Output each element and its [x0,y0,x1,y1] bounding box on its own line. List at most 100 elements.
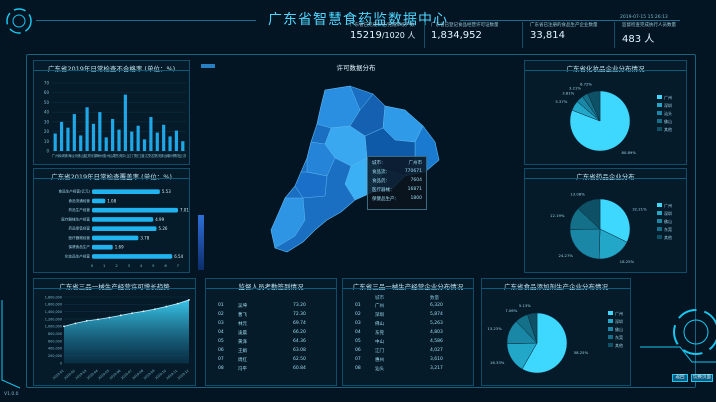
y-tick-label: 200,000 [48,354,62,358]
stat-value: 483 人 [622,34,655,45]
legend-swatch [657,119,662,123]
data-point [119,314,122,317]
data-point [131,312,134,315]
data-point [74,322,77,325]
stat-card-producers: 广东省已注册的食品生产企业数量 33,814 [530,22,615,48]
y-tick-label: 800,000 [48,332,62,336]
bar [162,124,166,151]
legend-swatch [608,343,613,347]
header-line-right [460,20,680,21]
tooltip-row: 保健品生产： 1800 [372,196,422,202]
back-button[interactable]: 返回 [672,374,688,382]
enterprise-table: 城市 数量 01 广州 6,320 02 深圳 5,874 03 佛山 5,263 04 东莞 4… [355,295,465,375]
stat-value: 1,834,952 [431,30,482,41]
bar [98,112,102,151]
map-title: 许可数据分布 [336,64,376,72]
table-row: 03 佛山 5,263 [355,321,443,327]
slice-label: 80.89% [621,150,636,155]
legend-swatch [657,95,662,99]
y-tick-label: 30 [44,119,50,124]
x-tick-label: 5 [152,263,155,268]
attendance-table-panel: 监督人员考勤签到情况 01 吴坤 73.20 02 曹飞 72.30 03 林元 69.74… [205,278,337,386]
corner-deco-left-icon [1,300,21,389]
table-row: 01 吴坤 73.20 [218,303,306,309]
data-point [108,316,111,319]
y-tick-label: 50 [44,100,50,105]
table-row: 06 江门 4,027 [355,348,443,354]
bar [155,132,159,151]
hbar-chart: 食品生产经营(亿元) 5.53 食品流通经营 1.08 药品生产经营 7.01 医疗器械生产… [58,189,189,268]
y-tick-label: 70 [44,81,50,86]
legend-label: 东莞 [664,226,672,232]
legend-label: 广州 [664,94,672,100]
pie-chart: 58.25% 16.33% 13.23% 7.06%5.13% 广州深圳佛山东莞其他 [487,303,623,374]
table-row: 02 深圳 5,874 [355,312,443,318]
category-label: 药品零售经营 [68,226,90,231]
slice-label: 18.25% [620,259,635,264]
value-label: 1.08 [107,198,116,203]
legend-label: 广州 [664,202,672,208]
y-tick-label: 600,000 [48,339,62,343]
slice-label: 13.08% [570,192,585,197]
panel-title: 广东省2019年日常检查不合格率 (单位：%) [47,65,176,73]
bar [59,121,64,151]
legend-swatch [657,111,662,115]
y-tick-label: 1,800,000 [45,295,62,299]
bar [149,117,153,151]
stat-card-licenses: 广东省已登记食品经营许可证数量 1,834,952 [431,22,523,48]
value-label: 1.69 [115,245,124,250]
x-tick-label: 7 [177,263,180,268]
bar [117,129,121,151]
legend-swatch [608,319,613,323]
header-deco-left-icon [6,8,32,34]
legend-label: 佛山 [664,218,672,224]
x-tick-label: 6 [164,263,167,268]
area-fill [64,299,189,363]
bar [92,235,139,241]
table-header: 城市 数量 [375,296,439,301]
enterprise-table-panel: 广东省三品一械生产经营企业分布情况 城市 数量 01 广州 6,320 02 深圳 5,8… [342,278,474,386]
table-row: 05 黄泽 64.36 [218,339,306,345]
x-tick-label: 2019-01 [52,369,65,381]
bar [130,131,134,151]
map-tooltip: 城市： 广州市 食品流： 770671 食品药： 7604 医疗器械： 16871 保健… [367,156,427,210]
x-tick-label: 4 [140,263,143,268]
bar [111,118,115,151]
legend-label: 汕头 [664,110,672,116]
y-tick-label: 60 [44,90,50,95]
x-tick-label: 云浮 [179,153,186,158]
legend-swatch [608,335,613,339]
data-point [63,325,65,328]
category-label: 医疗器械生产经营 [61,216,90,221]
pie-slice [569,228,601,260]
switch-page-button[interactable]: 切换页面 [691,374,713,382]
table-row: 03 林元 69.74 [218,321,306,327]
tooltip-row: 食品药： 7604 [372,178,422,184]
legend-label: 其他 [664,126,672,132]
corner-deco-icon [640,309,716,363]
slice-label: 24.27% [558,253,573,258]
y-tick-label: 0 [60,361,62,365]
data-point [188,299,190,301]
data-point [97,318,99,321]
bar [136,125,140,151]
legend-swatch [657,203,662,207]
bar [123,94,127,151]
pie-chart: 80.89%5.37%3.81%3.21%6.72%广州深圳汕头佛山其他 [555,81,672,155]
tooltip-row: 食品流： 770671 [372,169,422,175]
table-row: 08 汕头 3,217 [355,366,443,372]
bar [92,244,113,250]
bar [181,141,185,151]
legend-label: 东莞 [615,334,623,340]
map-scale-bar [198,215,204,270]
table-row: 07 惠州 3,610 [355,357,443,363]
slice-label: 32.21% [632,206,647,211]
legend-swatch [657,103,662,107]
attendance-table: 01 吴坤 73.20 02 曹飞 72.30 03 林元 69.74 04 凌晨 66.20 … [218,303,328,375]
category-label: 食品生产经营(亿元) [58,189,90,194]
bar [92,226,157,231]
table-row: 04 凌晨 66.20 [218,330,306,336]
legend-label: 其他 [615,342,623,348]
stat-value: 15219/1020 人 [350,30,416,41]
legend-swatch [657,227,662,231]
